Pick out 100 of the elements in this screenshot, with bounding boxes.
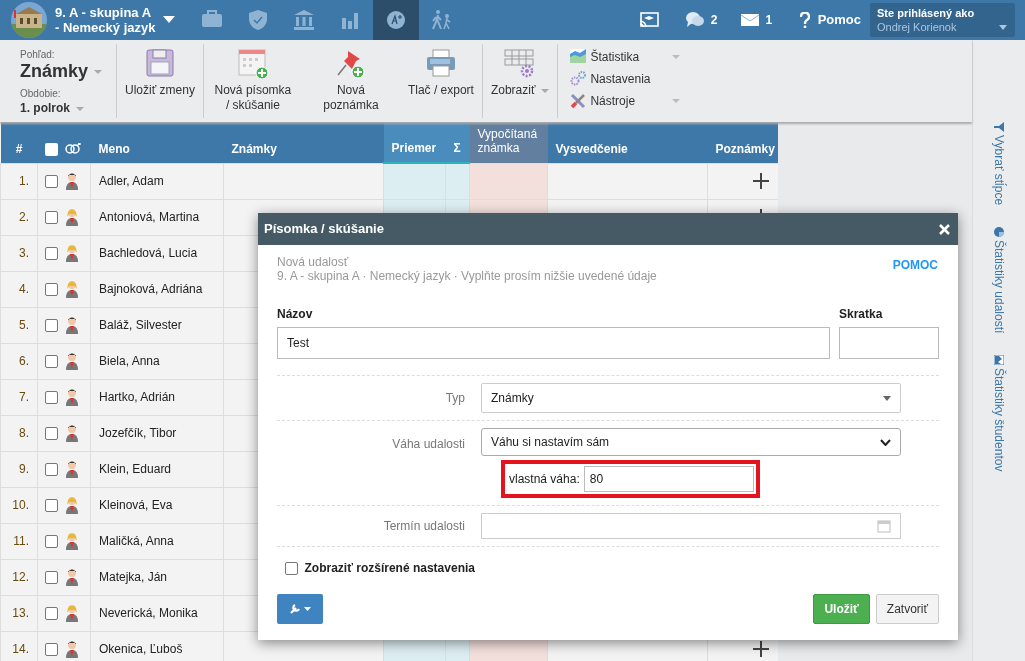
row-checkbox[interactable] [45, 210, 58, 224]
display-dropdown[interactable]: Zobraziť [482, 40, 558, 122]
row-checkbox[interactable] [45, 318, 58, 332]
period-dropdown[interactable]: 1. polrok [20, 99, 84, 117]
female-student-icon [64, 244, 80, 263]
weight-select[interactable]: Váhu si nastavím sám [481, 428, 901, 456]
student-name: Antoniová, Martina [90, 199, 224, 235]
grade-icon[interactable] [373, 0, 420, 40]
student-name: Baláž, Silvester [90, 307, 224, 343]
toolbar-button[interactable]: Uložiť zmeny [117, 40, 203, 122]
sidebar-tab[interactable]: Štatistiky udalostí [990, 227, 1008, 334]
weight-field[interactable]: 80 [583, 466, 754, 492]
tools-dropdown[interactable] [277, 594, 323, 624]
toolbar-menu-item[interactable]: Štatistika [570, 46, 681, 68]
abbreviation-field[interactable] [839, 327, 939, 359]
male-student-icon [64, 568, 80, 587]
row-number: 6. [0, 343, 38, 379]
help-icon[interactable] [800, 12, 811, 28]
user-label: Ste prihlásený ako [877, 6, 976, 20]
mail-count: 1 [765, 12, 773, 29]
row-number: 7. [0, 379, 38, 415]
row-number: 9. [0, 451, 38, 487]
student-name: Klein, Eduard [90, 451, 224, 487]
dialog-subtitle: Nová udalosť [277, 255, 350, 269]
column-header: Známky [223, 122, 384, 163]
student-name: Okenica, Ľuboš [90, 631, 224, 661]
row-checkbox[interactable] [45, 606, 58, 620]
toolbar-button[interactable]: Tlač / export [399, 40, 482, 122]
row-checkbox[interactable] [45, 534, 58, 548]
toolbar-menu-item[interactable]: Nastavenia [570, 68, 681, 90]
toolbar-button[interactable]: Nová písomka / skúšanie [203, 40, 302, 122]
name-field[interactable]: Test [277, 327, 830, 359]
row-checkbox[interactable] [45, 462, 58, 476]
tools-icon [570, 93, 587, 109]
row-checkbox[interactable] [45, 282, 58, 296]
message-count: 2 [710, 12, 718, 29]
row-number: 3. [0, 235, 38, 271]
female-student-icon [64, 532, 80, 551]
view-dropdown[interactable]: Známky [20, 60, 103, 82]
male-student-icon [64, 460, 80, 479]
cast-icon[interactable] [638, 12, 659, 28]
date-field[interactable] [481, 513, 901, 539]
close-button[interactable]: Zatvoriť [875, 594, 939, 624]
type-select[interactable]: Známky [481, 383, 901, 413]
male-student-icon [64, 424, 80, 443]
period-label: Obdobie: [20, 88, 61, 99]
column-header: Poznámky [707, 122, 778, 163]
bar-chart-icon [994, 355, 1004, 366]
female-student-icon [64, 208, 80, 227]
close-icon[interactable] [939, 223, 950, 235]
row-number: 14. [0, 631, 38, 661]
chevron-icon [880, 438, 891, 446]
field-label: Skratka [839, 306, 884, 323]
student-name: Hartko, Adrián [90, 379, 224, 415]
row-checkbox[interactable] [45, 426, 58, 440]
field-label: Typ [444, 390, 466, 407]
column-header: Vysvedčenie [547, 122, 708, 163]
male-student-icon [64, 388, 80, 407]
sidebar-tab[interactable]: Štatistiky študentov [990, 355, 1008, 472]
gender-icon [64, 143, 81, 155]
row-checkbox[interactable] [45, 390, 58, 404]
row-checkbox[interactable] [45, 498, 58, 512]
chat-icon[interactable] [684, 11, 705, 29]
row-checkbox[interactable] [45, 642, 58, 656]
toolbar-button[interactable]: Nová poznámka [301, 40, 400, 122]
class-title[interactable]: 9. A - skupina A [55, 5, 156, 20]
row-checkbox[interactable] [45, 246, 58, 260]
sidebar-tab[interactable]: Vybrať stĺpce [990, 122, 1008, 206]
row-number: 11. [0, 523, 38, 559]
mail-icon[interactable] [741, 14, 760, 26]
row-number: 2. [0, 199, 38, 235]
user-menu[interactable]: Ste prihlásený ako Ondrej Korienok [870, 3, 1015, 37]
calendar-icon [877, 519, 891, 533]
advanced-settings-checkbox[interactable]: Zobraziť rozšírené nastavenia [285, 559, 475, 577]
caret-icon [999, 25, 1007, 30]
column-header: Priemer [383, 122, 446, 163]
caret-icon [304, 607, 311, 611]
row-number: 1. [0, 163, 38, 199]
row-checkbox[interactable] [45, 174, 58, 188]
add-icon[interactable] [752, 640, 770, 659]
help-link[interactable]: Pomoc [816, 9, 862, 31]
column-header: Σ [445, 122, 470, 163]
row-checkbox[interactable] [45, 354, 58, 368]
view-label: Pohľad: [20, 49, 55, 60]
row-checkbox[interactable] [45, 570, 58, 584]
male-student-icon [64, 640, 80, 659]
male-student-icon [64, 352, 80, 371]
female-student-icon [64, 280, 80, 299]
row-number: 10. [0, 487, 38, 523]
toolbar-menu-item[interactable]: Nástroje [570, 90, 681, 112]
student-name: Adler, Adam [90, 163, 224, 199]
class-title[interactable]: - Nemecký jazyk [55, 20, 156, 35]
caret-icon[interactable] [163, 16, 176, 24]
select-all-checkbox[interactable] [44, 142, 58, 156]
student-name: Bachledová, Lucia [90, 235, 224, 271]
filter-icon [994, 122, 1004, 132]
add-icon[interactable] [752, 172, 770, 191]
dialog-context: 9. A - skupina A · Nemecký jazyk · Vyplňte prosím nižšie uvedené údaje [277, 269, 658, 283]
area-chart-icon [570, 49, 587, 65]
student-name: Maličká, Anna [90, 523, 224, 559]
